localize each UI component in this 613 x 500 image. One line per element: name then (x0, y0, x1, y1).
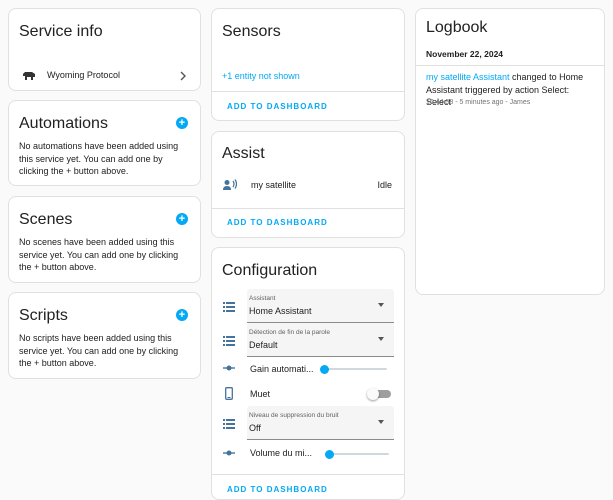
volume-slider[interactable] (324, 449, 389, 459)
slider-knob[interactable] (319, 364, 329, 374)
scenes-card: Scenes + No scenes have been added using… (8, 196, 201, 283)
mute-toggle[interactable] (367, 388, 391, 400)
divider (416, 65, 604, 66)
scripts-card: Scripts + No scripts have been added usi… (8, 292, 201, 379)
card-title: Assist (222, 145, 265, 162)
configuration-card: Configuration Assistant Home Assistant D… (211, 247, 405, 500)
assist-entity-state: Idle (377, 180, 392, 190)
add-to-dashboard-button[interactable]: ADD TO DASHBOARD (227, 102, 328, 111)
end-of-speech-select[interactable]: Détection de fin de la parole Default (247, 323, 394, 357)
add-automation-button[interactable]: + (176, 117, 188, 129)
assist-card: Assist my satellite Idle ADD TO DASHBOAR… (211, 131, 405, 238)
divider (212, 91, 404, 92)
format-list-icon (223, 419, 235, 429)
add-scene-button[interactable]: + (176, 213, 188, 225)
mute-label: Muet (250, 389, 271, 399)
toggle-knob (367, 388, 379, 400)
card-title: Automations (19, 115, 108, 132)
slider-icon (223, 365, 235, 371)
hidden-entities-link[interactable]: +1 entity not shown (222, 71, 300, 81)
buffalo-icon (23, 72, 35, 80)
card-title: Sensors (222, 23, 281, 40)
cellphone-icon (225, 387, 233, 400)
protocol-label: Wyoming Protocol (47, 70, 120, 80)
card-title: Logbook (426, 19, 488, 36)
add-to-dashboard-button[interactable]: ADD TO DASHBOARD (227, 485, 328, 494)
select-value: Off (249, 423, 261, 433)
slider-knob[interactable] (324, 449, 334, 459)
automations-card: Automations + No automations have been a… (8, 100, 201, 186)
logbook-entity-link[interactable]: my satellite Assistant (426, 72, 510, 82)
sensors-card: Sensors +1 entity not shown ADD TO DASHB… (211, 8, 405, 121)
select-label: Détection de fin de la parole (249, 329, 330, 336)
slider-icon (223, 450, 235, 456)
select-value: Default (249, 340, 278, 350)
volume-label: Volume du mi... (250, 448, 313, 458)
assist-entity-name: my satellite (251, 180, 297, 190)
format-list-icon (223, 302, 235, 312)
scenes-description: No scenes have been added using this ser… (19, 237, 179, 272)
card-title: Scenes (19, 211, 73, 228)
dropdown-arrow-icon (378, 420, 384, 424)
dropdown-arrow-icon (378, 337, 384, 341)
auto-gain-slider[interactable] (319, 364, 387, 374)
select-label: Niveau de suppression du bruit (249, 412, 339, 419)
divider (212, 208, 404, 209)
format-list-icon (223, 336, 235, 346)
card-title: Configuration (222, 262, 318, 279)
scripts-description: No scripts have been added using this se… (19, 333, 179, 368)
add-script-button[interactable]: + (176, 309, 188, 321)
select-value: Home Assistant (249, 306, 312, 316)
card-title: Service info (19, 23, 103, 40)
card-title: Scripts (19, 307, 68, 324)
add-to-dashboard-button[interactable]: ADD TO DASHBOARD (227, 218, 328, 227)
assistant-select[interactable]: Assistant Home Assistant (247, 289, 394, 323)
dropdown-arrow-icon (378, 303, 384, 307)
logbook-date: November 22, 2024 (426, 49, 504, 59)
account-voice-icon (223, 179, 237, 190)
select-label: Assistant (249, 295, 276, 302)
assist-entity-row[interactable]: my satellite Idle (212, 176, 404, 196)
logbook-card: Logbook November 22, 2024 my satellite A… (415, 8, 605, 295)
chevron-right-icon (180, 71, 186, 81)
auto-gain-label: Gain automati... (250, 364, 314, 374)
service-info-card: Service info Wyoming Protocol (8, 8, 201, 91)
noise-suppression-select[interactable]: Niveau de suppression du bruit Off (247, 406, 394, 440)
divider (212, 474, 404, 475)
automations-description: No automations have been added using thi… (19, 141, 179, 176)
service-protocol-row[interactable]: Wyoming Protocol (9, 67, 200, 87)
logbook-entry-meta: 16:44:58 - 5 minutes ago - James (426, 99, 531, 106)
